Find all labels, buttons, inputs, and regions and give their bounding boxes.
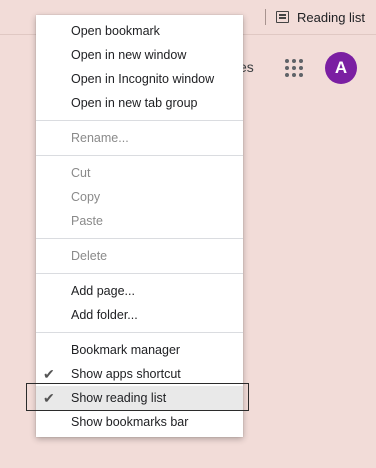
account-avatar[interactable]: A [325, 52, 357, 84]
menu-item-open-incognito[interactable]: Open in Incognito window [36, 67, 243, 91]
menu-item-show-apps-shortcut[interactable]: ✔ Show apps shortcut [36, 362, 243, 386]
menu-separator [36, 238, 243, 239]
menu-item-label: Show apps shortcut [71, 367, 181, 381]
reading-list-icon [276, 11, 289, 23]
menu-separator [36, 120, 243, 121]
menu-item-label: Show reading list [71, 391, 167, 405]
menu-item-cut: Cut [71, 166, 91, 180]
reading-list-label: Reading list [297, 9, 365, 25]
menu-separator [36, 332, 243, 333]
menu-item-add-folder[interactable]: Add folder... [36, 303, 243, 327]
menu-separator [36, 273, 243, 274]
menu-item-open-bookmark[interactable]: Open bookmark [36, 19, 243, 43]
menu-item-delete: Delete [71, 249, 108, 263]
menu-item-bookmark-manager[interactable]: Bookmark manager [36, 338, 243, 362]
menu-item-paste: Paste [71, 214, 103, 228]
menu-separator [36, 155, 243, 156]
menu-item-show-reading-list[interactable]: ✔ Show reading list [36, 386, 243, 410]
google-apps-icon[interactable] [285, 59, 303, 77]
menu-item-add-page[interactable]: Add page... [36, 279, 243, 303]
menu-item-copy: Copy [71, 190, 101, 204]
toolbar-divider [265, 9, 266, 25]
bookmark-context-menu: Open bookmark Open in new window Open in… [36, 15, 243, 437]
menu-item-open-tab-group[interactable]: Open in new tab group [36, 91, 243, 115]
menu-item-open-new-window[interactable]: Open in new window [36, 43, 243, 67]
reading-list-button[interactable]: Reading list [276, 8, 365, 26]
checkmark-icon: ✔ [43, 390, 55, 406]
menu-item-rename: Rename... [71, 131, 129, 145]
checkmark-icon: ✔ [43, 366, 55, 382]
menu-item-show-bookmarks-bar[interactable]: Show bookmarks bar [36, 410, 243, 434]
